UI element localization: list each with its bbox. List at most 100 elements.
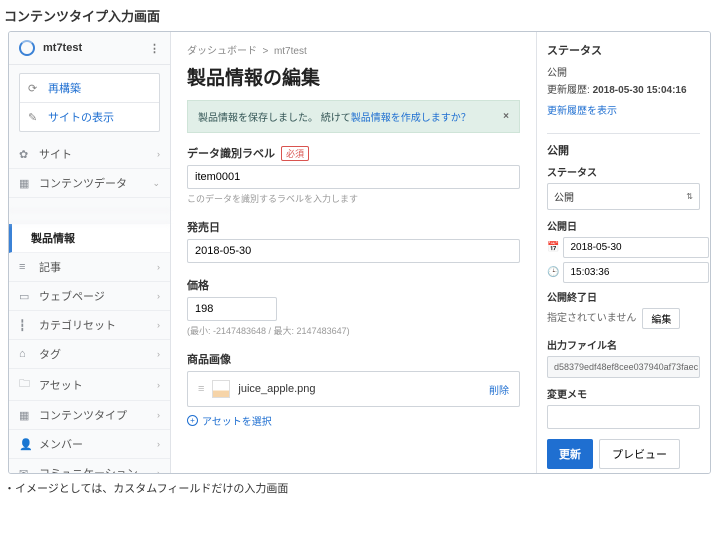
clock-icon: 🕒 xyxy=(547,267,559,278)
chevron-right-icon: › xyxy=(157,410,160,420)
outfile-value: d58379edf48ef8cee037940af73faec xyxy=(547,356,700,378)
nav-sub-blurred xyxy=(9,198,170,211)
nav-label: コンテンツデータ xyxy=(39,175,127,191)
view-site-link[interactable]: ✎ サイトの表示 xyxy=(20,103,159,131)
breadcrumb: ダッシュボード > mt7test xyxy=(187,42,520,57)
user-icon: 👤 xyxy=(19,438,33,451)
chevron-right-icon: › xyxy=(157,349,160,359)
nav-webpages[interactable]: ▭ウェブページ› xyxy=(9,282,170,311)
external-icon: ✎ xyxy=(28,111,42,124)
status-select-value: 公開 xyxy=(554,189,574,204)
nav-members[interactable]: 👤 メンバー › xyxy=(9,430,170,459)
field-label-text: データ識別ラベル xyxy=(187,145,275,161)
nav-sub-blurred xyxy=(9,211,170,224)
ct-icon: ▦ xyxy=(19,409,33,422)
thumbnail-icon xyxy=(212,380,230,398)
logo-icon xyxy=(19,40,35,56)
nav-label: コミュニケーション xyxy=(39,465,138,474)
refresh-icon: ⟳ xyxy=(28,82,42,95)
release-label: 発売日 xyxy=(187,219,520,235)
category-icon: ┇ xyxy=(19,319,33,332)
nav-label: カテゴリセット xyxy=(39,317,116,333)
alert-text: 製品情報を保存しました。 続けて xyxy=(198,109,351,124)
nav-content-types[interactable]: ▦ コンテンツタイプ › xyxy=(9,401,170,430)
crumb-site: mt7test xyxy=(274,46,307,57)
field-release: 発売日 xyxy=(187,219,520,263)
view-site-label: サイトの表示 xyxy=(48,109,114,125)
status-select[interactable]: 公開 ⇅ xyxy=(547,183,700,210)
price-label: 価格 xyxy=(187,277,520,293)
entry-icon: ≡ xyxy=(19,261,33,273)
nav-sub-active[interactable]: 製品情報 xyxy=(9,224,170,253)
image-label: 商品画像 xyxy=(187,351,520,367)
memo-input[interactable] xyxy=(547,405,700,429)
field-price: 価格 (最小: -2147483648 / 最大: 2147483647) xyxy=(187,277,520,337)
nav-assets[interactable]: 🗀アセット› xyxy=(9,369,170,401)
select-asset-link[interactable]: + アセットを選択 xyxy=(187,413,272,428)
caption: ・イメージとしては、カスタムフィールドだけの入力画面 xyxy=(0,474,720,502)
content-icon: ▦ xyxy=(19,177,33,190)
show-history-link[interactable]: 更新履歴を表示 xyxy=(547,102,617,117)
nav-communication[interactable]: ✉コミュニケーション› xyxy=(9,459,170,474)
gear-icon: ✿ xyxy=(19,148,33,161)
main-content: ダッシュボード > mt7test 製品情報の編集 製品情報を保存しました。 続… xyxy=(171,32,536,473)
release-input[interactable] xyxy=(187,239,520,263)
status-value: 公開 xyxy=(547,64,700,79)
select-arrows-icon: ⇅ xyxy=(686,192,693,201)
sidebar-header: mt7test ⋮ xyxy=(9,32,170,65)
plus-icon: + xyxy=(187,415,198,426)
rebuild-link[interactable]: ⟳ 再構築 xyxy=(20,74,159,103)
more-icon[interactable]: ⋮ xyxy=(149,42,160,55)
memo-label: 変更メモ xyxy=(547,386,700,401)
chevron-right-icon: › xyxy=(157,439,160,449)
alert-link[interactable]: 製品情報を作成しますか？ xyxy=(351,109,471,124)
close-icon[interactable]: × xyxy=(503,111,509,122)
required-badge: 必須 xyxy=(281,146,309,161)
nav-label: タグ xyxy=(39,346,61,362)
publish-box: 公開 ステータス 公開⇅ 公開日 📅 🕒 公開終了日 指定されていません 編集 … xyxy=(547,133,700,469)
app-frame: mt7test ⋮ ⟳ 再構築 ✎ サイトの表示 ✿ サイト › ▦ コンテンツデータ… xyxy=(8,31,711,474)
chevron-right-icon: › xyxy=(157,149,160,159)
pubdate-input[interactable] xyxy=(563,237,709,258)
update-button[interactable]: 更新 xyxy=(547,439,593,469)
field-image: 商品画像 ≡ juice_apple.png 削除 + アセットを選択 xyxy=(187,351,520,428)
nav-site[interactable]: ✿ サイト › xyxy=(9,140,170,169)
status-heading: ステータス xyxy=(547,42,700,58)
field-label: データ識別ラベル必須 このデータを識別するラベルを入力します xyxy=(187,145,520,205)
page-heading: コンテンツタイプ入力画面 xyxy=(0,0,720,31)
delete-asset-link[interactable]: 削除 xyxy=(489,382,509,397)
asset-filename: juice_apple.png xyxy=(238,383,315,395)
save-alert: 製品情報を保存しました。 続けて 製品情報を作成しますか？ × xyxy=(187,100,520,133)
nav-label: サイト xyxy=(39,146,72,162)
asset-icon: 🗀 xyxy=(19,375,33,394)
chevron-right-icon: › xyxy=(157,380,160,390)
site-name: mt7test xyxy=(43,42,149,54)
nav-label: 記事 xyxy=(39,259,61,275)
select-asset-label: アセットを選択 xyxy=(202,413,272,428)
nav-entries[interactable]: ≡記事› xyxy=(9,253,170,282)
page-title: 製品情報の編集 xyxy=(187,63,520,90)
page-icon: ▭ xyxy=(19,290,33,303)
nav-tag[interactable]: ⌂ タグ › xyxy=(9,340,170,369)
label-hint: このデータを識別するラベルを入力します xyxy=(187,192,520,205)
nav-category[interactable]: ┇カテゴリセット› xyxy=(9,311,170,340)
drag-icon[interactable]: ≡ xyxy=(198,383,204,395)
label-input[interactable] xyxy=(187,165,520,189)
history-line: 更新履歴: 2018-05-30 15:04:16 xyxy=(547,81,700,96)
right-panel: ステータス 公開 更新履歴: 2018-05-30 15:04:16 更新履歴を… xyxy=(536,32,710,473)
rebuild-label: 再構築 xyxy=(48,80,81,96)
pubtime-input[interactable] xyxy=(563,262,709,283)
price-input[interactable] xyxy=(187,297,277,321)
nav-label: コンテンツタイプ xyxy=(39,407,127,423)
pubdate-label: 公開日 xyxy=(547,218,700,233)
nav-label: メンバー xyxy=(39,436,83,452)
sidebar: mt7test ⋮ ⟳ 再構築 ✎ サイトの表示 ✿ サイト › ▦ コンテンツデータ… xyxy=(9,32,171,473)
outfile-label: 出力ファイル名 xyxy=(547,337,700,352)
enddate-none: 指定されていません xyxy=(547,309,636,324)
chevron-right-icon: › xyxy=(157,291,160,301)
edit-enddate-button[interactable]: 編集 xyxy=(642,308,680,329)
nav-content-data[interactable]: ▦コンテンツデータ⌄ xyxy=(9,169,170,198)
preview-button[interactable]: プレビュー xyxy=(599,439,680,469)
crumb-dashboard[interactable]: ダッシュボード xyxy=(187,46,257,57)
tag-icon: ⌂ xyxy=(19,348,33,360)
